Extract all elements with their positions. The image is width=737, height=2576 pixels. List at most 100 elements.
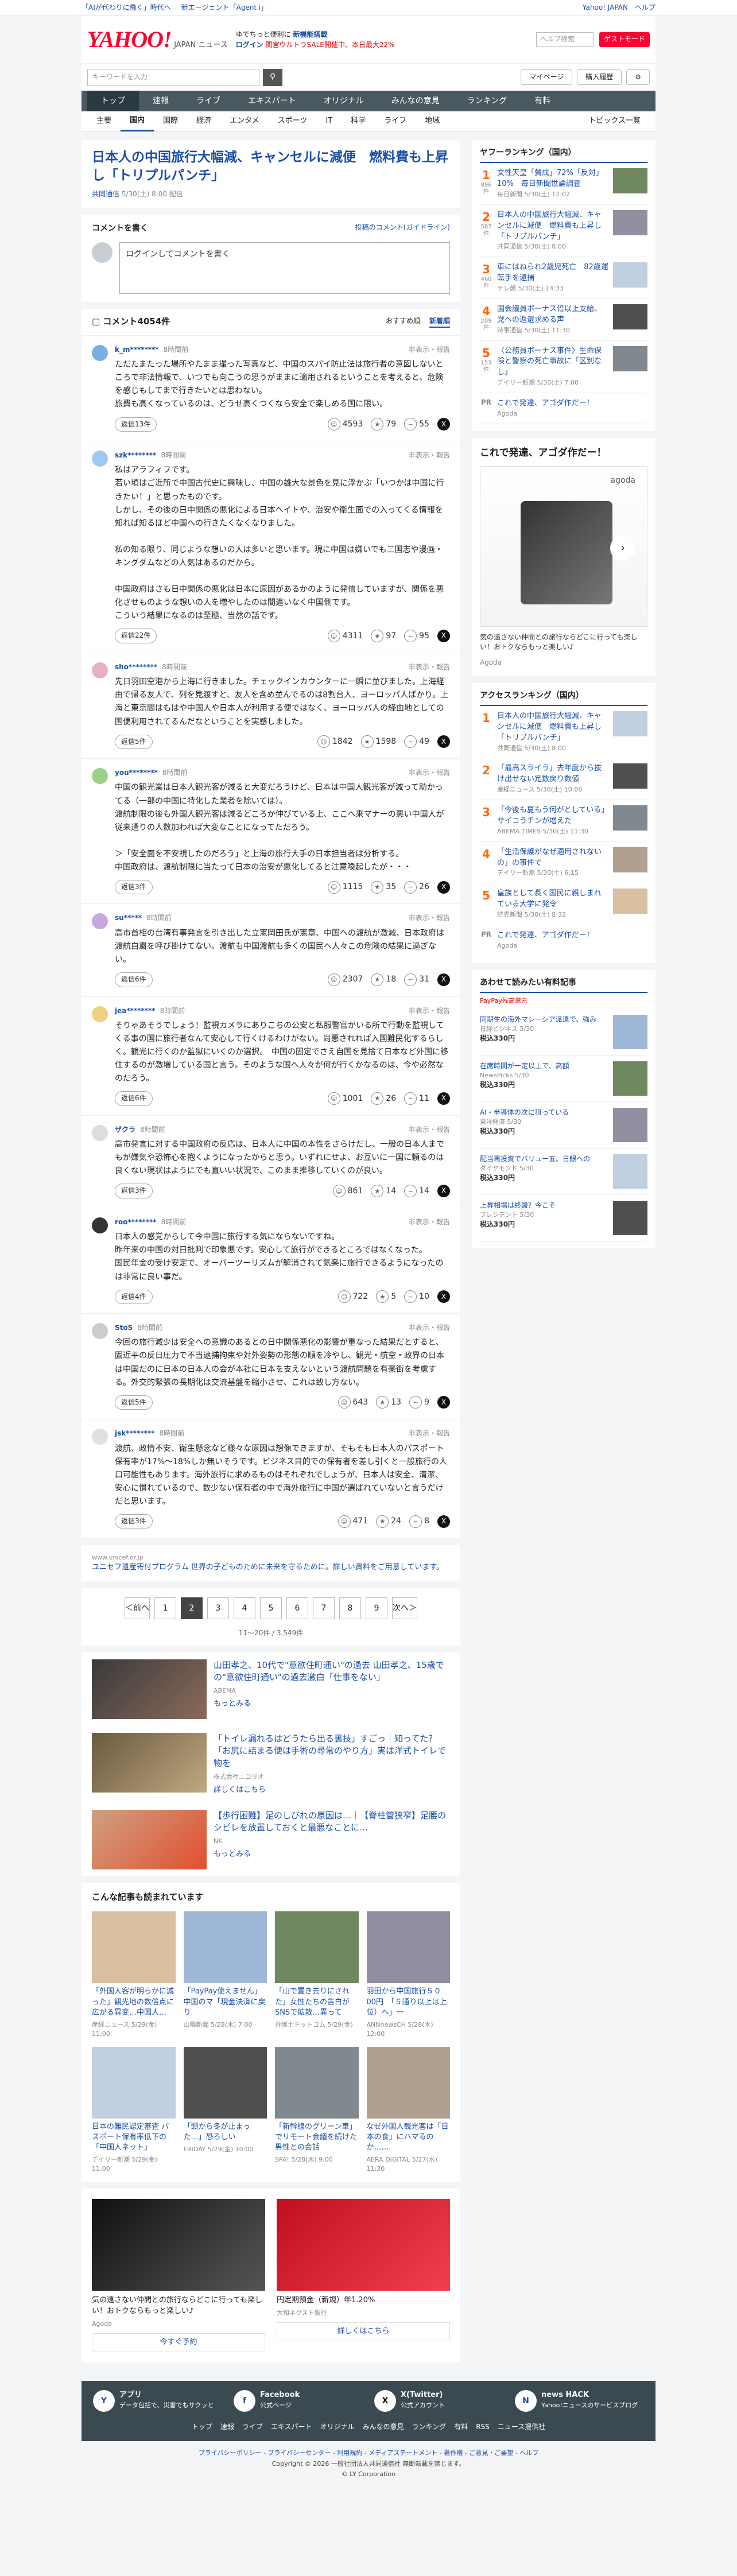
ad-item[interactable]: 「トイレ漏れるはどうたら出る裏技」すごっ｜知ってた？「お尻に詰まる便は手術の尋常…: [82, 1726, 460, 1803]
gnav-item[interactable]: ランキング: [453, 91, 521, 111]
report-link[interactable]: 非表示・報告: [409, 1217, 450, 1227]
replies-button[interactable]: 返信3件: [115, 880, 153, 895]
report-link[interactable]: 非表示・報告: [409, 451, 450, 460]
guest-mode-button[interactable]: ゲストモード: [599, 32, 650, 47]
reaction-button[interactable]: ∼ 10: [404, 1290, 429, 1303]
reaction-button[interactable]: ☺ 4311: [327, 630, 363, 643]
help-search-input[interactable]: ヘルプ検索: [536, 32, 594, 47]
footer-app[interactable]: Y アプリ データ包括で、災害でもサクッと: [93, 2389, 222, 2412]
access-item[interactable]: 5 皇族として長く国民に親しまれている大学に発令 読売新聞 5/30(土) 8:32: [480, 883, 647, 925]
access-title[interactable]: 「最高スライラ」去年度から抜け出せない定数戻り数値: [497, 764, 602, 783]
report-link[interactable]: 非表示・報告: [409, 345, 450, 355]
pager-page[interactable]: 6: [286, 1597, 308, 1620]
access-item[interactable]: 3 「今後も夏もう何がとしている」サイコうチンが増えた ABEMA TIMES 5/…: [480, 800, 647, 842]
recommend-title[interactable]: 同期生の海外マレーシア派遣で、強み: [480, 1015, 596, 1023]
footer-link[interactable]: トップ: [192, 2422, 212, 2432]
side-pr[interactable]: PR これで発達、アゴダ作だー！ Agoda: [480, 393, 647, 424]
replies-button[interactable]: 返信22件: [115, 629, 157, 643]
reaction-button[interactable]: ∼ 55: [404, 418, 429, 431]
report-link[interactable]: 非表示・報告: [409, 768, 450, 778]
related-title[interactable]: 「新幹線のグリーン車」でリモート会議を続けた男性との会話: [275, 2122, 359, 2154]
access-item[interactable]: 2 「最高スライラ」去年度から抜け出せない定数戻り数値 産経ニュース 5/30(土)…: [480, 758, 647, 801]
reaction-button[interactable]: ★ 35: [371, 880, 396, 894]
related-title[interactable]: 「外国人客が明らかに減った」観光地の数倍点に広がる異変…中国人…: [92, 1987, 176, 2018]
footer-link[interactable]: ニュース提供社: [498, 2422, 545, 2432]
reaction-button[interactable]: ★ 14: [371, 1185, 396, 1198]
gnav-item[interactable]: みんなの意見: [378, 91, 453, 111]
search-icon[interactable]: ⚲: [263, 68, 282, 86]
related-title[interactable]: なぜ外国人観光客は「日本の食」にハマるのか……: [367, 2122, 451, 2154]
article-title[interactable]: 日本人の中国旅行大幅減、キャンセルに減便 燃料費も上昇し「トリプルパンチ」: [92, 148, 450, 185]
reaction-button[interactable]: ★ 5: [376, 1290, 396, 1303]
footer-link[interactable]: RSS: [476, 2422, 490, 2432]
comment-policy-link[interactable]: 投稿のコメント(ガイドライン): [355, 223, 450, 234]
article-source[interactable]: 共同通信: [92, 190, 119, 198]
bottom-ad[interactable]: 円定期預金（新規）年1.20% 大和ネクスト銀行 詳しくはこちら: [277, 2199, 450, 2352]
reaction-button[interactable]: ∼ 26: [404, 880, 429, 894]
x-share-icon[interactable]: X: [437, 1290, 450, 1303]
header-promo[interactable]: ゆでちっと便利に 新機能搭載 ログイン 関宮ウルトラSALE開催中、本日最大22…: [236, 29, 395, 50]
search-input[interactable]: キーワードを入力: [87, 68, 259, 86]
access-title[interactable]: 「生活保護がなぜ適用されないの」の事件で: [497, 848, 602, 867]
x-share-icon[interactable]: X: [437, 973, 450, 986]
details-button[interactable]: 詳しくはこちら: [277, 2322, 450, 2341]
report-link[interactable]: 非表示・報告: [409, 662, 450, 672]
strip-link-0[interactable]: 「AIが代わりに働く」時代へ: [82, 3, 171, 13]
replies-button[interactable]: 返信6件: [115, 972, 153, 987]
related-item[interactable]: 日本の難民認定審査 パスポート保有率低下の「中国人ネット」 デイリー新潮 5/29…: [92, 2046, 176, 2174]
pager-page[interactable]: 9: [366, 1597, 387, 1620]
reaction-button[interactable]: ☺ 4593: [327, 418, 363, 431]
my-page-button[interactable]: マイページ: [521, 69, 573, 86]
comment-user[interactable]: ザクラ: [115, 1125, 135, 1135]
ranking-item[interactable]: 1 896件 女性天皇「賛成」72%「反対」10% 毎日新聞世論調査 毎日新聞 5/3…: [480, 163, 647, 205]
reaction-button[interactable]: ∼ 95: [404, 630, 429, 643]
reaction-button[interactable]: ☺ 722: [338, 1290, 368, 1303]
purchase-history-button[interactable]: 購入履歴: [577, 69, 622, 86]
cnav-item[interactable]: 主要: [87, 111, 121, 131]
reaction-button[interactable]: ★ 24: [376, 1515, 401, 1528]
pager-page-current[interactable]: 2: [181, 1597, 203, 1620]
reaction-button[interactable]: ★ 1598: [360, 735, 396, 748]
x-share-icon[interactable]: X: [437, 1185, 450, 1198]
access-item[interactable]: 1 日本人の中国旅行大幅減、キャンセルに減便 燃料費も上昇し「トリプルパンチ」 共同…: [480, 706, 647, 759]
recommend-item[interactable]: AI・半導体の次に狙っている 東洋経済 5/30 税込330円: [480, 1102, 647, 1149]
reaction-button[interactable]: ∼ 11: [404, 1092, 429, 1105]
footer-newshack[interactable]: Nnews HACK Yahoo!ニュースのサービスブログ: [515, 2389, 644, 2412]
x-share-icon[interactable]: X: [437, 418, 450, 431]
footer-link[interactable]: みんなの意見: [363, 2422, 404, 2432]
strip-link-1[interactable]: 新エージェント「Agent i」: [181, 3, 267, 13]
sort-newest[interactable]: 新着順: [429, 316, 450, 328]
related-title[interactable]: 日本の難民認定審査 パスポート保有率低下の「中国人ネット」: [92, 2122, 176, 2154]
ranking-item[interactable]: 2 587件 日本人の中国旅行大幅減、キャンセルに減便 燃料費も上昇し「トリプルパン…: [480, 205, 647, 258]
bottom-ad[interactable]: 気の遠さない仲間との旅行ならどこに行っても楽しい！おトクならもっと楽しい♪ Ag…: [92, 2199, 265, 2352]
recommend-item[interactable]: 配当再投資でバリュー五、日銀への ダイヤモンド 5/30 税込330円: [480, 1149, 647, 1195]
rank-title[interactable]: 国会議員ボーナス倍以上支給、党への返還求める声: [497, 305, 602, 324]
related-item[interactable]: 「頭から冬が止まった…」恐ろしい FRIDAY 5/29(金) 10:00: [183, 2046, 267, 2174]
recommend-title[interactable]: 配当再投資でバリュー五、日銀への: [480, 1155, 590, 1163]
reaction-button[interactable]: ☺ 1001: [327, 1092, 363, 1105]
cnav-item[interactable]: 地域: [416, 111, 449, 131]
reaction-button[interactable]: ☺ 1115: [327, 880, 363, 894]
ranking-item[interactable]: 5 153件 〈公務員ボーナス事件〉生命保険と警察の死亡事故に「区別なし」 デイリー新…: [480, 341, 647, 394]
side-pr-2[interactable]: PR これで発達、アゴダ作だー！ Agoda: [480, 925, 647, 956]
replies-button[interactable]: 返信3件: [115, 1514, 153, 1529]
x-share-icon[interactable]: X: [437, 735, 450, 748]
cnav-item[interactable]: ライフ: [375, 111, 416, 131]
ranking-item[interactable]: 3 460件 車にはねられ2歳児死亡 82歳運転手を逮捕 テレ朝 5/30(土) 14…: [480, 257, 647, 300]
sort-recommended[interactable]: おすすめ順: [386, 316, 420, 327]
pager-next[interactable]: 次へ＞: [392, 1597, 417, 1620]
rank-title[interactable]: 〈公務員ボーナス事件〉生命保険と警察の死亡事故に「区別なし」: [497, 347, 602, 377]
related-title[interactable]: 「山で置き去りにされた」女性たちの告白がSNSで拡散…異って: [275, 1987, 359, 2018]
reaction-button[interactable]: ∼ 49: [404, 735, 429, 748]
reaction-button[interactable]: ★ 13: [376, 1396, 401, 1409]
gnav-item[interactable]: オリジナル: [310, 91, 378, 111]
recommend-item[interactable]: 同期生の海外マレーシア派遣で、強み 日経ビジネス 5/30 税込330円: [480, 1009, 647, 1056]
unicef-ad[interactable]: www.unicef.or.jp ユニセフ遺産寄付プログラム 世界の子どものため…: [82, 1545, 460, 1582]
chevron-right-icon[interactable]: ›: [610, 535, 635, 561]
gnav-item[interactable]: 速報: [139, 91, 183, 111]
rank-title[interactable]: 女性天皇「賛成」72%「反対」10% 毎日新聞世論調査: [497, 169, 603, 188]
pager-page[interactable]: 5: [260, 1597, 282, 1620]
replies-button[interactable]: 返信4件: [115, 1289, 153, 1304]
pager-prev[interactable]: ＜前へ: [125, 1597, 150, 1620]
access-title[interactable]: 皇族として長く国民に親しまれている大学に発令: [497, 889, 602, 909]
